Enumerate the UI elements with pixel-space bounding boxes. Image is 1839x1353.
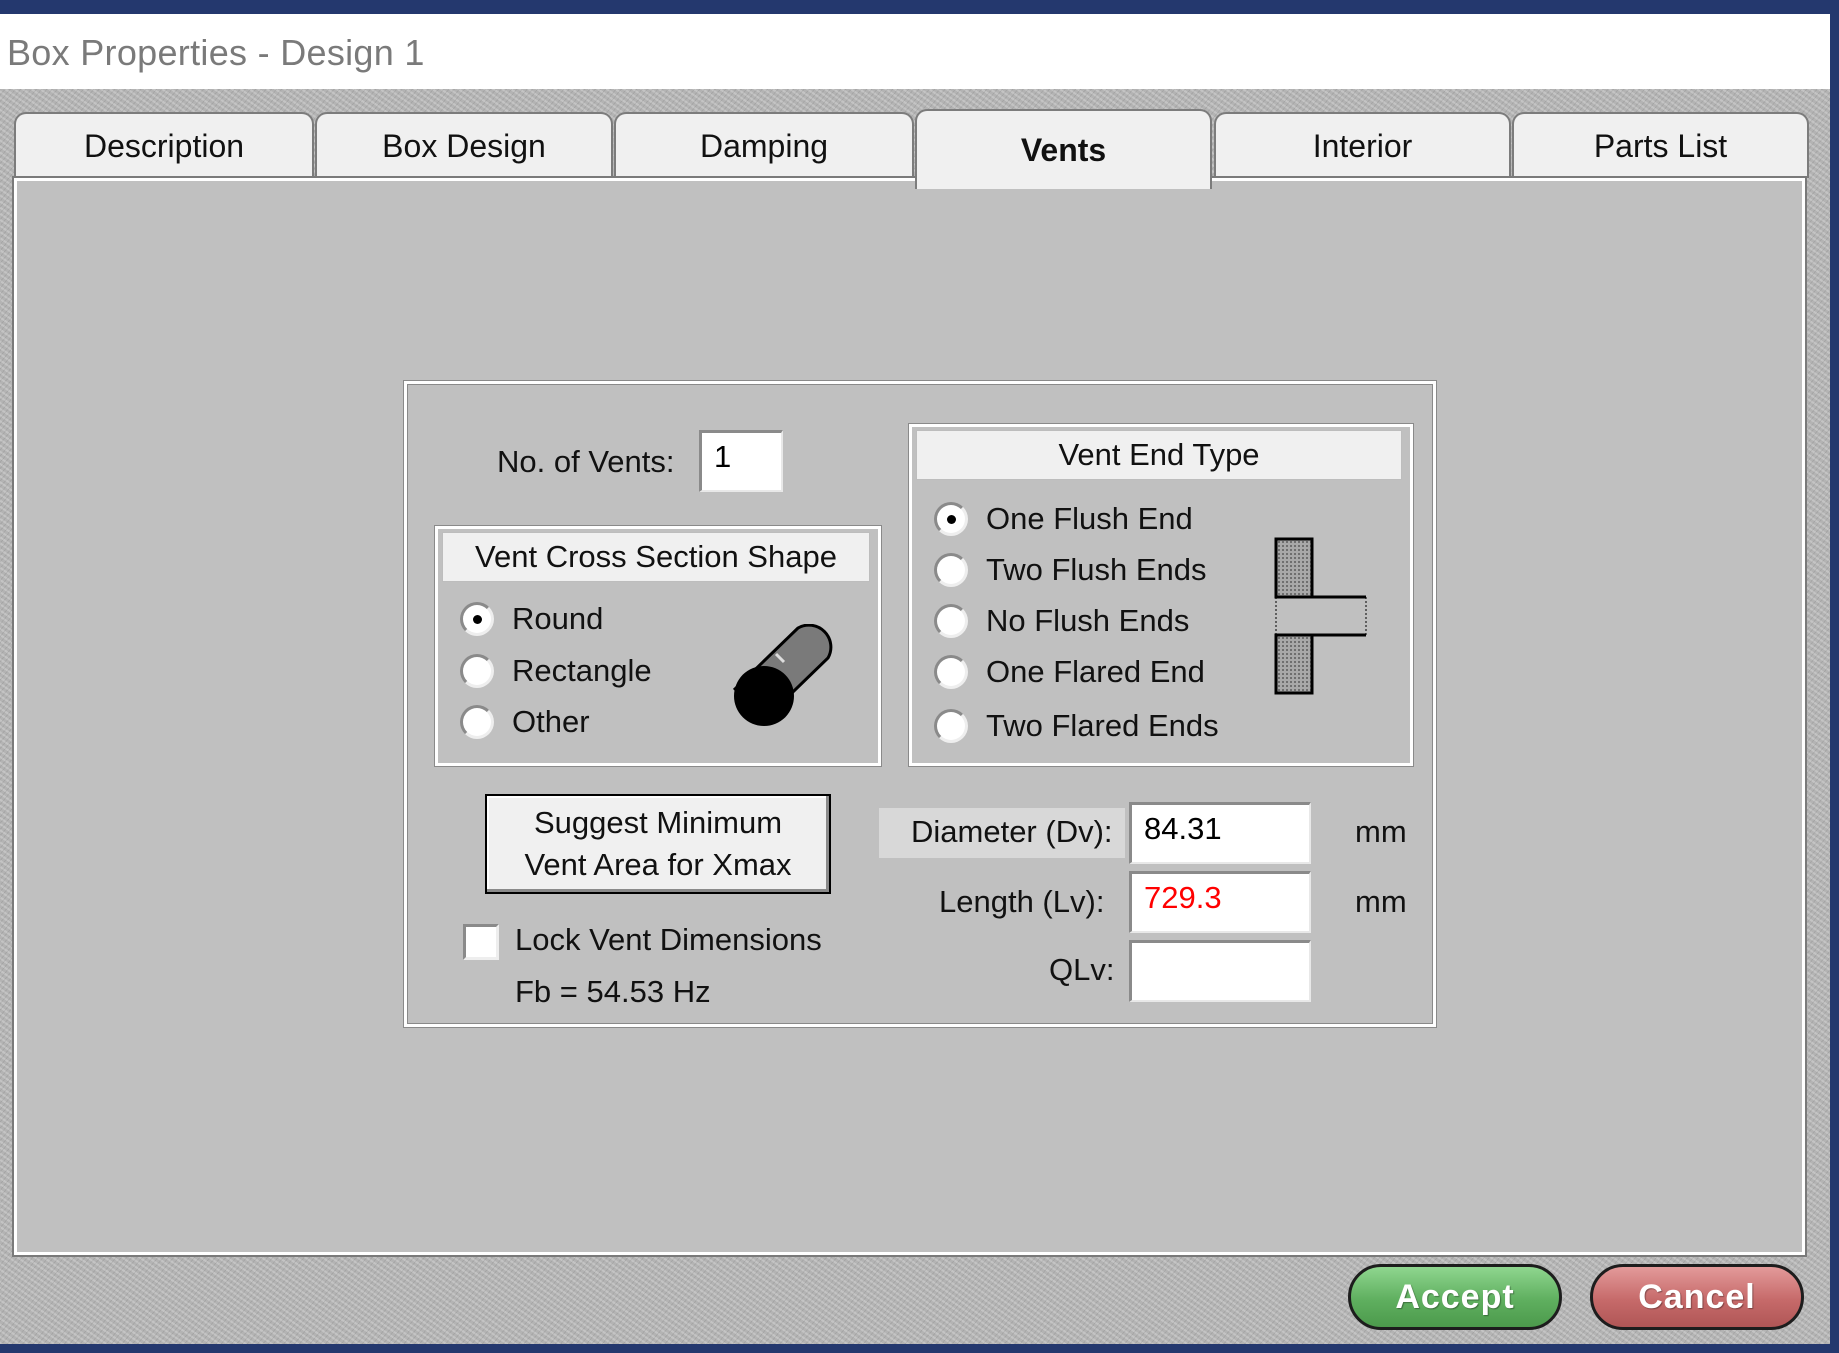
tab-box-design[interactable]: Box Design [315, 112, 613, 178]
window-title: Box Properties - Design 1 [7, 32, 425, 73]
round-vent-cylinder-icon [732, 624, 833, 726]
radio-button[interactable] [934, 709, 968, 743]
button-label-line1: Suggest Minimum [533, 805, 783, 840]
lock-vent-dimensions-label: Lock Vent Dimensions [515, 922, 822, 957]
diameter-label: Diameter (Dv): [911, 814, 1113, 849]
radio-label: Round [512, 601, 604, 636]
cancel-label: Cancel [1638, 1277, 1756, 1316]
cross-section-shape-group: Vent Cross Section Shape Round Rectangle… [435, 526, 881, 766]
accept-label: Accept [1395, 1277, 1515, 1316]
radio-label: No Flush Ends [986, 603, 1190, 638]
radio-button[interactable] [934, 502, 968, 536]
end-option-one-flush-end[interactable]: One Flush End [934, 499, 1193, 539]
radio-label: Rectangle [512, 653, 652, 688]
radio-label: One Flush End [986, 501, 1193, 536]
cancel-button[interactable]: Cancel [1590, 1264, 1804, 1330]
length-input[interactable]: 729.3 [1129, 871, 1311, 933]
vent-end-diagram-icon [1274, 537, 1367, 695]
radio-button[interactable] [934, 604, 968, 638]
diameter-unit: mm [1355, 814, 1407, 849]
tab-description[interactable]: Description [14, 112, 314, 178]
radio-label: Other [512, 704, 590, 739]
vent-end-type-group: Vent End Type One Flush End Two Flush En… [909, 424, 1413, 766]
fb-readout: Fb = 54.53 Hz [515, 974, 711, 1009]
shape-option-round[interactable]: Round [460, 599, 603, 639]
end-option-two-flush-ends[interactable]: Two Flush Ends [934, 550, 1207, 590]
radio-button[interactable] [460, 705, 494, 739]
accept-button[interactable]: Accept [1348, 1264, 1562, 1330]
tab-interior[interactable]: Interior [1214, 112, 1511, 178]
button-label-line2: Vent Area for Xmax [524, 847, 792, 882]
vent-count-input[interactable]: 1 [699, 430, 783, 492]
length-label: Length (Lv): [939, 884, 1105, 919]
tab-damping[interactable]: Damping [614, 112, 914, 178]
vent-count-label: No. of Vents: [497, 444, 675, 479]
tab-vents[interactable]: Vents [915, 109, 1212, 189]
tab-label: Vents [1020, 131, 1107, 168]
title-bar: Box Properties - Design 1 [0, 14, 1830, 89]
tab-label: Box Design [382, 127, 546, 164]
tab-label: Parts List [1593, 127, 1728, 164]
diameter-input[interactable]: 84.31 [1129, 802, 1311, 864]
cross-section-shape-title: Vent Cross Section Shape [442, 532, 870, 582]
radio-button[interactable] [460, 654, 494, 688]
end-option-one-flared-end[interactable]: One Flared End [934, 652, 1205, 692]
tab-parts-list[interactable]: Parts List [1512, 112, 1809, 178]
tab-label: Damping [699, 127, 829, 164]
shape-option-rectangle[interactable]: Rectangle [460, 651, 652, 691]
suggest-min-vent-area-button[interactable]: Suggest Minimum Vent Area for Xmax [485, 794, 831, 894]
radio-button[interactable] [934, 553, 968, 587]
radio-label: One Flared End [986, 654, 1205, 689]
tab-label: Description [83, 127, 245, 164]
vent-end-type-title: Vent End Type [916, 430, 1402, 480]
tab-label: Interior [1312, 127, 1413, 164]
radio-label: Two Flared Ends [986, 708, 1219, 743]
shape-option-other[interactable]: Other [460, 702, 590, 742]
end-option-two-flared-ends[interactable]: Two Flared Ends [934, 706, 1219, 746]
radio-button[interactable] [934, 655, 968, 689]
radio-label: Two Flush Ends [986, 552, 1207, 587]
end-option-no-flush-ends[interactable]: No Flush Ends [934, 601, 1189, 641]
radio-button[interactable] [460, 602, 494, 636]
box-properties-window: Box Properties - Design 1 Description Bo… [0, 14, 1830, 1344]
length-unit: mm [1355, 884, 1407, 919]
lock-vent-dimensions-checkbox[interactable] [463, 924, 499, 960]
qlv-label: QLv: [1049, 952, 1115, 987]
vent-settings-group: No. of Vents: 1 Vent Cross Section Shape… [404, 381, 1436, 1027]
qlv-input[interactable] [1129, 940, 1311, 1002]
